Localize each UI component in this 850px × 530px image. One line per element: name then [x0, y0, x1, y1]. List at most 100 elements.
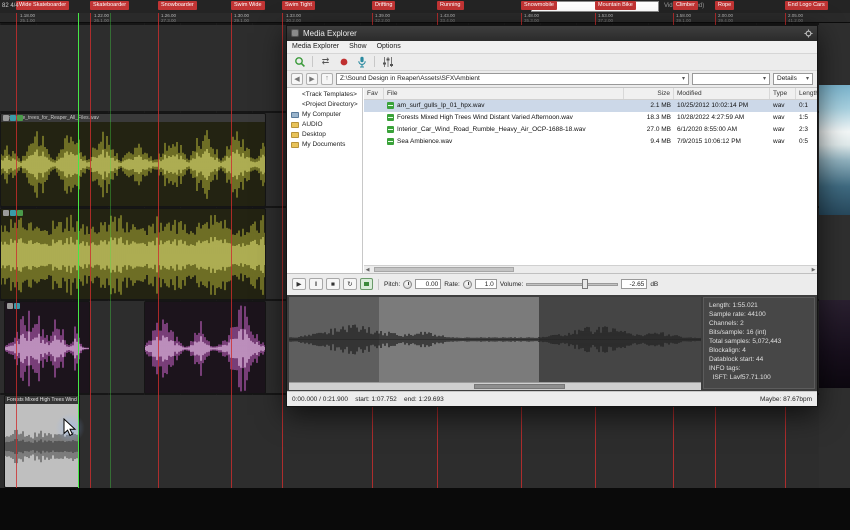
media-item-trees-1[interactable]: Ambience_trees_for_Reaper_All_Files.wav [0, 113, 266, 207]
clip-badge-icon[interactable] [3, 210, 9, 216]
marker-line [158, 13, 159, 488]
volume-slider[interactable] [526, 279, 619, 290]
column-size: Size [624, 87, 674, 99]
window-pin-icon[interactable] [804, 29, 813, 38]
timeline-marker-chip[interactable]: Mountain Bike [595, 1, 636, 10]
place-item[interactable]: AUDIO [287, 120, 362, 130]
rate-knob[interactable] [462, 279, 472, 289]
file-info-line: Blockalign: 4 [709, 346, 746, 354]
record-icon[interactable] [336, 55, 351, 68]
media-item-trees-2[interactable] [0, 208, 266, 300]
place-item[interactable]: Desktop [287, 130, 362, 140]
volume-value[interactable]: -2.65 [621, 279, 648, 290]
filter-combo[interactable]: ▾ [692, 72, 770, 85]
place-label: My Computer [302, 111, 342, 119]
path-combo[interactable]: Z:\Sound Design in Reaper\Assets\SFX\Amb… [336, 72, 689, 85]
timeline-marker-chip[interactable]: Wide Skateboarder [16, 1, 70, 10]
mic-icon[interactable] [354, 55, 369, 68]
file-cell: 2:3 [799, 126, 809, 134]
pause-button[interactable]: ‖ [309, 278, 323, 291]
file-row[interactable]: Forests Mixed High Trees Wind Distant Va… [364, 112, 817, 124]
ruler-label: 2.05.00 41.2.00 [788, 13, 804, 23]
timeline-marker-chip[interactable]: Snowboarder [158, 1, 197, 10]
wav-file-icon [387, 114, 394, 122]
clip-badge-icon[interactable] [14, 303, 20, 309]
place-label: <Project Directory> [302, 101, 358, 109]
clip-badge-icon[interactable] [17, 210, 23, 216]
column-modified: Modified [674, 87, 770, 99]
track-lane-5[interactable] [0, 395, 850, 488]
scroll-right-icon[interactable]: ▶ [810, 267, 817, 273]
swap-arrows-icon[interactable]: ⇄ [318, 55, 333, 68]
scroll-left-icon[interactable]: ◀ [364, 267, 371, 273]
file-name-cell: Forests Mixed High Trees Wind Distant Va… [384, 112, 624, 124]
menu-options[interactable]: Options [372, 43, 406, 50]
file-cell: 27.0 MB [646, 126, 671, 134]
file-cell: 0:5 [799, 138, 809, 146]
video-thumbnail-dark [819, 300, 850, 388]
timeline-marker-chip[interactable]: End Logo Cars [785, 1, 828, 10]
place-item[interactable]: My Documents [287, 140, 362, 150]
clip-badge-icon[interactable] [17, 115, 23, 121]
media-explorer-window: Media Explorer Media Explorer Show Optio… [286, 25, 818, 407]
menu-show[interactable]: Show [344, 43, 372, 50]
file-cell [364, 136, 384, 148]
place-item[interactable]: <Project Directory> [287, 100, 362, 110]
marker-line [16, 13, 17, 488]
timeline-marker-chip[interactable]: Swim Tight [282, 1, 315, 10]
loop-button[interactable]: ↻ [343, 278, 357, 291]
preview-area: Length: 1:55.021 Sample rate: 44100 Channe… [287, 294, 817, 392]
media-explorer-titlebar[interactable]: Media Explorer [287, 26, 817, 41]
reaper-app: 82 4/4 Video (docked) Ambience_trees_for… [0, 0, 850, 530]
chevron-down-icon: ▾ [805, 76, 809, 83]
media-explorer-statusbar: 0:00.000 / 0:21.900 start: 1:07.752 end:… [287, 391, 817, 407]
file-name-cell: am_surf_gulls_lp_01_hpx.wav [384, 100, 624, 112]
timeline-marker-chip[interactable]: Snowmobile [521, 1, 557, 10]
timeline-marker-chip[interactable]: Drifting [372, 1, 396, 10]
rate-value[interactable]: 1.0 [474, 279, 497, 290]
fader-icon[interactable] [380, 55, 395, 68]
timeline-marker-chip[interactable]: Skateboarder [90, 1, 130, 10]
clip-badge-icon[interactable] [7, 303, 13, 309]
scrollbar-thumb[interactable] [374, 266, 514, 272]
file-rows: am_surf_gulls_lp_01_hpx.wav 2.1 MB 10/25/2… [364, 99, 817, 265]
view-mode-combo[interactable]: Details ▾ [773, 72, 813, 85]
search-media-icon[interactable] [292, 55, 307, 68]
places-panel: <Track Templates> <Project Directory> My C… [287, 87, 363, 273]
place-item[interactable]: <Track Templates> [287, 90, 362, 100]
file-list: Fav File Size Modified Type Length am_su… [364, 87, 817, 273]
media-explorer-navbar: ◀ ▶ ↑ Z:\Sound Design in Reaper\Assets\S… [287, 70, 817, 88]
slider-thumb[interactable] [581, 279, 588, 290]
stop-button[interactable]: ■ [326, 278, 340, 291]
file-list-hscrollbar[interactable]: ◀ ▶ [364, 264, 817, 273]
column-type: Type [770, 87, 796, 99]
place-item[interactable]: My Computer [287, 110, 362, 120]
preview-scrollbar[interactable] [289, 381, 701, 390]
file-name-cell: Interior_Car_Wind_Road_Rumble_Heavy_Air_… [384, 124, 624, 136]
file-row[interactable]: am_surf_gulls_lp_01_hpx.wav 2.1 MB 10/25/2… [364, 99, 817, 112]
timeline-marker-chip[interactable]: Swim Wide [231, 1, 265, 10]
pitch-value[interactable]: 0.00 [415, 279, 442, 290]
timeline-marker-chip[interactable]: Running [437, 1, 464, 10]
preview-waveform[interactable] [289, 296, 701, 390]
timeline-marker-chip[interactable]: Climber [673, 1, 698, 10]
file-row[interactable]: Sea Ambience.wav 9.4 MB 7/9/2015 10:06:12 … [364, 136, 817, 148]
parent-folder-button[interactable]: ↑ [321, 72, 333, 85]
place-label: AUDIO [302, 121, 323, 129]
forward-button[interactable]: ▶ [306, 72, 318, 85]
menu-media-explorer[interactable]: Media Explorer [287, 43, 344, 50]
media-item-vocal-2[interactable] [144, 301, 266, 394]
clip-badge-icon[interactable] [3, 115, 9, 121]
file-cell: 18.3 MB [646, 114, 671, 122]
back-button[interactable]: ◀ [291, 72, 303, 85]
current-path: Z:\Sound Design in Reaper\Assets\SFX\Amb… [340, 75, 480, 83]
autoplay-toggle[interactable] [360, 278, 373, 291]
play-button[interactable]: ▶ [292, 278, 306, 291]
scrollbar-thumb[interactable] [474, 383, 566, 389]
file-list-header[interactable]: Fav File Size Modified Type Length [364, 87, 817, 100]
timeline-marker-chip[interactable]: Rope [715, 1, 735, 10]
file-info-line: INFO tags: [709, 364, 741, 372]
file-row[interactable]: Interior_Car_Wind_Road_Rumble_Heavy_Air_… [364, 124, 817, 136]
file-info-line: Channels: 2 [709, 319, 744, 327]
pitch-knob[interactable] [403, 279, 413, 289]
